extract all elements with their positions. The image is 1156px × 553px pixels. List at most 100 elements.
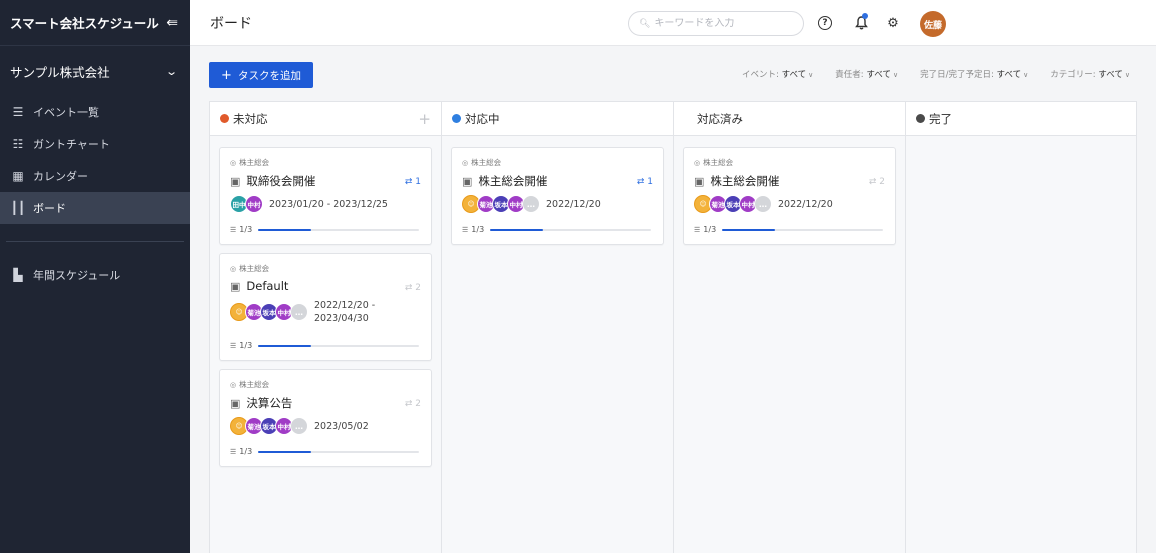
user-avatar[interactable]: 佐藤 xyxy=(920,11,946,37)
sidebar-header: スマート会社スケジュール ⇚ xyxy=(0,0,190,46)
task-card[interactable]: ◎ 株主総会 ▣ 株主総会開催 ⇄ 1 ☺ 菊池 坂本 中村… 2022/12/20 ☰ 1/3 xyxy=(451,147,664,245)
card-title-text: Default xyxy=(246,279,289,293)
filter-value: すべて xyxy=(1098,70,1123,80)
category-icon: ◎ xyxy=(694,158,701,167)
page-title: ボード xyxy=(210,15,252,32)
board-column: 対応中 ◎ 株主総会 ▣ 株主総会開催 ⇄ 1 ☺ 菊池 坂本 中村… 2022/12/20 ☰ 1/3 xyxy=(442,102,674,553)
card-title-text: 株主総会開催 xyxy=(478,174,548,188)
filter-dropdown[interactable]: カテゴリー: すべて ∨ xyxy=(1050,68,1130,80)
card-progress: ☰ 1/3 xyxy=(462,225,651,234)
progress-text: 1/3 xyxy=(239,341,253,350)
card-date: 2022/12/20 xyxy=(546,198,601,210)
search-box[interactable]: 🔍︎ xyxy=(628,11,804,36)
sidebar-item-calendar[interactable]: ▦ カレンダー xyxy=(0,160,190,192)
board-column: 対応済み ◎ 株主総会 ▣ 株主総会開催 ⇄ 2 ☺ 菊池 坂本 中村… 2022/12/20 ☰ 1/… xyxy=(674,102,906,553)
board-column: 未対応 + ◎ 株主総会 ▣ 取締役会開催 ⇄ 1 田中 中村 2023/01/20 - 2023… xyxy=(210,102,442,553)
card-title: ▣ 取締役会開催 xyxy=(230,173,421,189)
company-selector[interactable]: サンプル株式会社 ⌄ xyxy=(0,46,190,96)
task-card[interactable]: ◎ 株主総会 ▣ 決算公告 ⇄ 2 ☺ 菊池 坂本 中村… 2023/05/02 ☰ 1/3 xyxy=(219,369,432,467)
app-title: スマート会社スケジュール xyxy=(10,16,159,31)
filter-label: 責任者: xyxy=(835,70,864,80)
notification-badge xyxy=(862,13,868,19)
chevron-down-icon: ∨ xyxy=(808,71,814,79)
subtask-count-value: 2 xyxy=(415,283,421,293)
card-title-text: 決算公告 xyxy=(246,396,293,410)
category-icon: ◎ xyxy=(462,158,469,167)
progress-bar-fill xyxy=(490,228,544,231)
column-body xyxy=(906,136,1136,147)
subtask-count: ⇄ 2 xyxy=(405,283,421,293)
company-name: サンプル株式会社 xyxy=(10,64,110,80)
subtask-count: ⇄ 1 xyxy=(637,177,653,187)
filter-dropdown[interactable]: 責任者: すべて ∨ xyxy=(835,68,898,80)
card-title-text: 株主総会開催 xyxy=(710,174,780,188)
checklist-icon: ☰ xyxy=(694,225,701,234)
progress-text: 1/3 xyxy=(471,225,485,234)
task-icon: ▣ xyxy=(230,396,241,410)
link-icon: ⇄ xyxy=(404,399,416,409)
subtask-count: ⇄ 2 xyxy=(405,399,421,409)
gear-icon[interactable]: ⚙ xyxy=(884,14,902,32)
filter-dropdown[interactable]: 完了日/完了予定日: すべて ∨ xyxy=(920,68,1028,80)
sidebar-nav: ☰ イベント一覧 ☷ ガントチャート ▦ カレンダー ┃┃ ボード ▙ 年間スケジュール xyxy=(0,96,190,291)
assignee-avatars: ☺ 菊池 坂本 中村… xyxy=(694,195,772,213)
chevron-down-icon: ∨ xyxy=(1124,71,1130,79)
calendar-icon: ▦ xyxy=(12,169,24,183)
column-body: ◎ 株主総会 ▣ 取締役会開催 ⇄ 1 田中 中村 2023/01/20 - 2023/12/… xyxy=(210,136,441,467)
card-title: ▣ Default xyxy=(230,279,421,293)
column-body: ◎ 株主総会 ▣ 株主総会開催 ⇄ 2 ☺ 菊池 坂本 中村… 2022/12/20 ☰ 1/3 xyxy=(674,136,905,245)
card-category: ◎ 株主総会 xyxy=(694,157,885,168)
column-header: 未対応 + xyxy=(210,102,441,136)
filter-value: すべて xyxy=(781,70,807,80)
category-label: 株主総会 xyxy=(471,158,502,167)
sidebar-item-list[interactable]: ☰ イベント一覧 xyxy=(0,96,190,128)
add-task-button[interactable]: + タスクを追加 xyxy=(209,62,313,88)
card-title: ▣ 株主総会開催 xyxy=(694,173,885,189)
sidebar: スマート会社スケジュール ⇚ サンプル株式会社 ⌄ ☰ イベント一覧 ☷ ガントチャー… xyxy=(0,0,190,553)
board-icon: ┃┃ xyxy=(10,201,26,215)
filter-label: 完了日/完了予定日: xyxy=(920,70,994,80)
link-icon: ⇄ xyxy=(404,177,416,187)
status-dot xyxy=(220,114,229,123)
search-icon: 🔍︎ xyxy=(639,18,651,29)
category-icon: ◎ xyxy=(230,158,237,167)
category-label: 株主総会 xyxy=(239,158,270,167)
subtask-count: ⇄ 1 xyxy=(405,177,421,187)
column-title: 未対応 xyxy=(233,111,268,126)
sidebar-item-label: 年間スケジュール xyxy=(33,269,121,282)
chevron-down-icon: ∨ xyxy=(1023,71,1029,79)
task-card[interactable]: ◎ 株主総会 ▣ 株主総会開催 ⇄ 2 ☺ 菊池 坂本 中村… 2022/12/20 ☰ 1/3 xyxy=(683,147,896,245)
search-input[interactable] xyxy=(654,18,785,29)
task-card[interactable]: ◎ 株主総会 ▣ 取締役会開催 ⇄ 1 田中 中村 2023/01/20 - 2023/12/… xyxy=(219,147,432,245)
collapse-left-icon[interactable]: ⇚ xyxy=(166,15,178,31)
sidebar-divider xyxy=(6,241,184,242)
sidebar-item-gantt[interactable]: ☷ ガントチャート xyxy=(0,128,190,160)
help-icon[interactable]: ? xyxy=(818,16,832,30)
checklist-icon: ☰ xyxy=(230,447,237,456)
subtask-count: ⇄ 2 xyxy=(869,177,885,187)
more-avatars-icon: … xyxy=(522,195,540,213)
card-meta: ☺ 菊池 坂本 中村… 2022/12/20 xyxy=(694,195,885,213)
sidebar-item-board[interactable]: ┃┃ ボード xyxy=(0,192,190,224)
card-progress: ☰ 1/3 xyxy=(694,225,883,234)
filter-dropdown[interactable]: イベント: すべて ∨ xyxy=(742,68,813,80)
more-avatars-icon: … xyxy=(290,417,308,435)
column-header: 完了 xyxy=(906,102,1136,136)
filter-bar: イベント: すべて ∨ 責任者: すべて ∨ 完了日/完了予定日: すべて ∨ カテゴリー:… xyxy=(742,68,1130,80)
progress-text: 1/3 xyxy=(703,225,717,234)
card-category: ◎ 株主総会 xyxy=(462,157,653,168)
status-dot xyxy=(452,114,461,123)
column-header: 対応済み xyxy=(674,102,905,136)
category-label: 株主総会 xyxy=(239,264,270,273)
task-card[interactable]: ◎ 株主総会 ▣ Default ⇄ 2 ☺ 菊池 坂本 中村… 2022/12/20 - 202… xyxy=(219,253,432,361)
task-icon: ▣ xyxy=(462,174,473,188)
filter-label: イベント: xyxy=(742,70,779,80)
sidebar-item-building[interactable]: ▙ 年間スケジュール xyxy=(0,259,190,291)
task-icon: ▣ xyxy=(230,279,241,293)
checklist-icon: ☰ xyxy=(230,341,237,350)
card-date: 2023/05/02 xyxy=(314,420,369,432)
sidebar-item-label: カレンダー xyxy=(33,170,88,183)
card-progress: ☰ 1/3 xyxy=(230,225,419,234)
add-card-icon[interactable]: + xyxy=(418,110,431,128)
link-icon: ⇄ xyxy=(868,177,880,187)
